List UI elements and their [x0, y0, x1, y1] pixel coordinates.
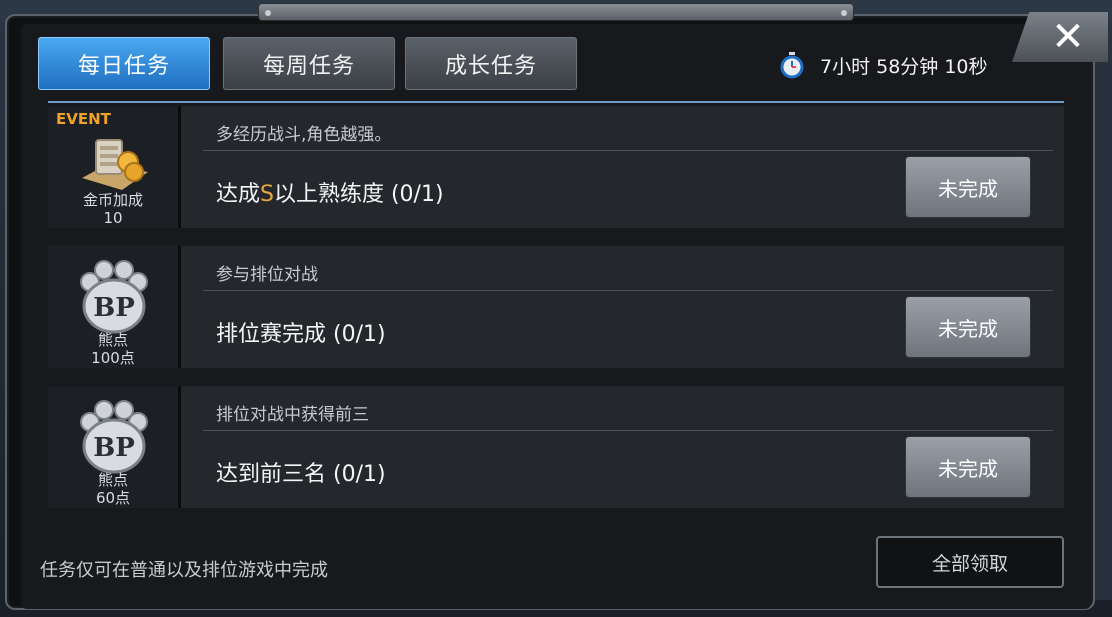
- rank-highlight: S: [260, 182, 274, 207]
- reward-amount: 100点: [91, 349, 135, 367]
- quest-row: BP 熊点 100点 参与排位对战 排位赛完成 (0/1) 未完成: [48, 246, 1064, 368]
- quest-status-button[interactable]: 未完成: [905, 156, 1031, 218]
- bp-paw-icon: BP: [76, 260, 152, 336]
- reward-box: EVENT 金币加成 10: [48, 106, 178, 228]
- tab-growth-quests[interactable]: 成长任务: [405, 37, 577, 90]
- reward-box: BP 熊点 60点: [48, 386, 178, 508]
- quest-title: 参与排位对战: [216, 265, 318, 285]
- quest-status-button[interactable]: 未完成: [905, 296, 1031, 358]
- claim-all-button[interactable]: 全部领取: [876, 536, 1064, 588]
- quest-title: 排位对战中获得前三: [216, 405, 369, 425]
- reward-amount: 10: [103, 209, 123, 227]
- reset-timer: 7小时 58分钟 10秒: [778, 50, 988, 80]
- quest-title: 多经历战斗,角色越强。: [216, 125, 392, 145]
- timer-text: 7小时 58分钟 10秒: [820, 55, 988, 78]
- quest-description: 达成S以上熟练度 (0/1): [216, 176, 444, 208]
- quest-status-button[interactable]: 未完成: [905, 436, 1031, 498]
- stopwatch-icon: [778, 51, 806, 79]
- reward-name: 金币加成: [82, 191, 143, 209]
- header-divider: [48, 101, 1064, 103]
- quest-row: EVENT 金币加成 10 多经历战斗,角色越强。 达成S以上熟练度 (0/1)…: [48, 106, 1064, 228]
- reward-name: 熊点: [97, 331, 128, 349]
- row-separator: [178, 386, 181, 508]
- footer-note: 任务仅可在普通以及排位游戏中完成: [40, 560, 328, 581]
- quest-title-divider: [203, 150, 1053, 151]
- row-separator: [178, 106, 181, 228]
- bp-paw-icon: BP: [76, 400, 152, 476]
- gold-coins-icon: [78, 134, 150, 194]
- bp-icon-text: BP: [93, 293, 135, 323]
- row-separator: [178, 246, 181, 368]
- quest-row: BP 熊点 60点 排位对战中获得前三 达到前三名 (0/1) 未完成: [48, 386, 1064, 508]
- quest-desc-part: 达成: [216, 182, 261, 207]
- quest-desc-part: 以上熟练度 (0/1): [273, 182, 444, 207]
- event-badge: EVENT: [56, 110, 111, 128]
- reward-amount: 60点: [95, 489, 131, 507]
- quest-description: 达到前三名 (0/1): [216, 462, 386, 487]
- quest-title-divider: [203, 430, 1053, 431]
- bp-icon-text: BP: [93, 433, 135, 463]
- tab-weekly-quests[interactable]: 每周任务: [223, 37, 395, 90]
- quest-description: 排位赛完成 (0/1): [216, 322, 386, 347]
- close-icon: ✕: [1051, 14, 1085, 60]
- panel-drag-handle: [258, 3, 854, 21]
- tab-daily-quests[interactable]: 每日任务: [38, 37, 210, 90]
- reward-box: BP 熊点 100点: [48, 246, 178, 368]
- reward-name: 熊点: [97, 471, 128, 489]
- quest-title-divider: [203, 290, 1053, 291]
